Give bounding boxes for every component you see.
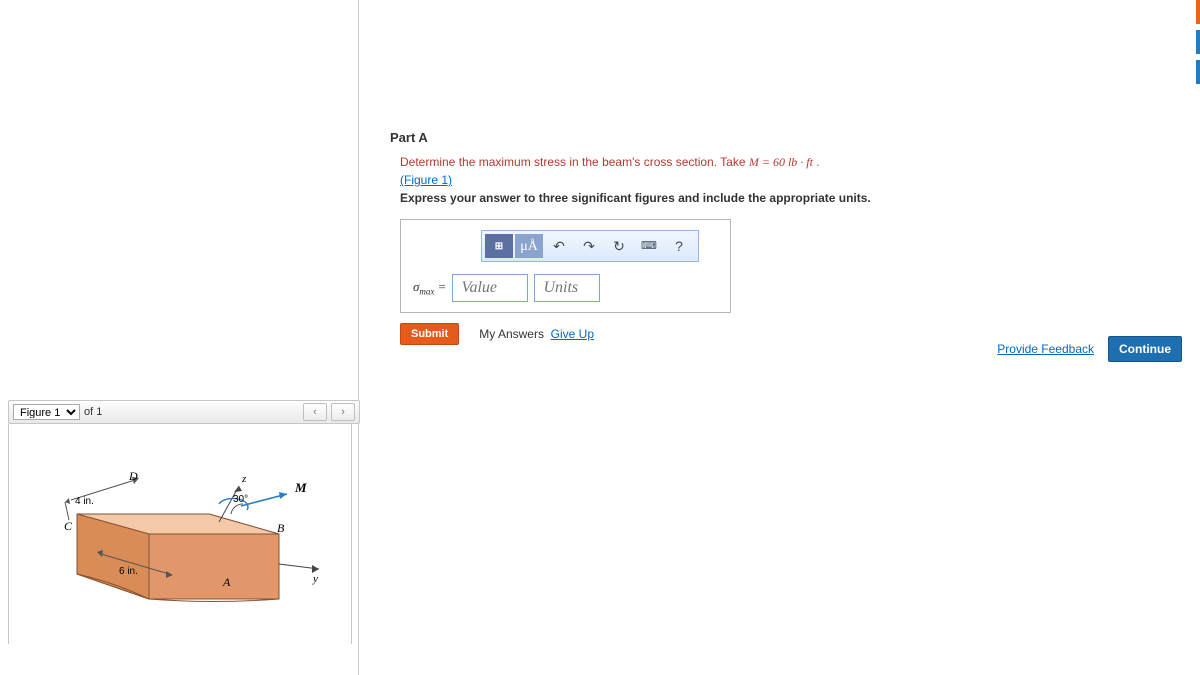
label-A: A [222,575,231,589]
templates-icon[interactable]: ⊞ [485,234,513,258]
left-column: Figure 1 of 1 ‹ › [0,0,359,675]
label-z: z [241,473,247,485]
give-up-link[interactable]: Give Up [551,327,594,341]
prompt: Determine the maximum stress in the beam… [400,155,820,169]
answer-box: ⊞ μÅ ↶ ↷ ↻ ⌨ ? σmax = [400,219,731,313]
undo-icon[interactable]: ↶ [545,234,573,258]
figure-link[interactable]: (Figure 1) [400,173,452,187]
label-C: C [64,519,73,533]
part-title: Part A [390,130,1200,145]
footer-right: Provide Feedback Continue [997,336,1182,362]
value-input[interactable] [452,274,528,302]
label-D: D [128,469,138,483]
figure-select[interactable]: Figure 1 [13,404,80,420]
units-input[interactable] [534,274,600,302]
label-angle: 30° [233,494,248,505]
equation-row: σmax = [413,274,718,302]
continue-button[interactable]: Continue [1108,336,1182,362]
provide-feedback-link[interactable]: Provide Feedback [997,342,1094,356]
figure-next-button[interactable]: › [331,403,355,421]
input-toolbar: ⊞ μÅ ↶ ↷ ↻ ⌨ ? [481,230,699,262]
label-B: B [277,521,285,535]
figure-count: of 1 [84,406,102,418]
figure-toolbar: Figure 1 of 1 ‹ › [8,400,360,424]
redo-icon[interactable]: ↷ [575,234,603,258]
label-M: M [294,480,307,495]
label-4in: 4 in. [75,496,94,507]
label-y: y [312,573,318,585]
right-column: Part A Determine the maximum stress in t… [360,0,1200,675]
my-answers-label: My Answers [479,327,544,341]
keyboard-icon[interactable]: ⌨ [635,234,663,258]
label-6in: 6 in. [119,566,138,577]
instruction: Express your answer to three significant… [400,191,871,205]
help-icon[interactable]: ? [665,234,693,258]
reset-icon[interactable]: ↻ [605,234,633,258]
figure-canvas: D C B A M z y 30° 4 in. 6 in. [8,424,352,644]
sigma-label: σmax = [413,277,446,299]
units-mu-button[interactable]: μÅ [515,234,543,258]
figure-prev-button[interactable]: ‹ [303,403,327,421]
submit-button[interactable]: Submit [400,323,459,345]
